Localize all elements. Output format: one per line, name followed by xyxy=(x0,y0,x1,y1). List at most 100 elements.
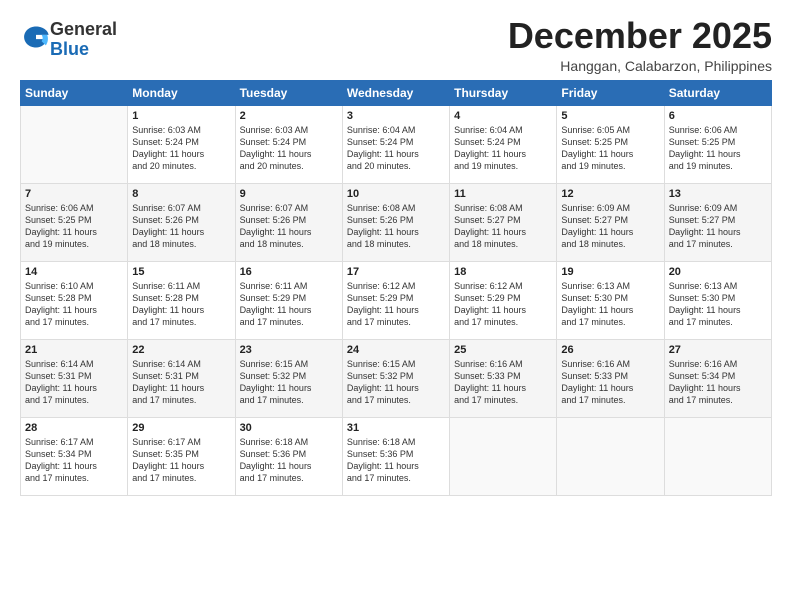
header-row: Sunday Monday Tuesday Wednesday Thursday… xyxy=(21,80,772,105)
logo-icon xyxy=(22,23,50,51)
calendar-cell: 15 Sunrise: 6:11 AM Sunset: 5:28 PM Dayli… xyxy=(128,261,235,339)
day-info: Sunrise: 6:06 AM Sunset: 5:25 PM Dayligh… xyxy=(25,202,123,251)
day-number: 17 xyxy=(347,266,445,278)
calendar-cell: 2 Sunrise: 6:03 AM Sunset: 5:24 PM Daylig… xyxy=(235,105,342,183)
calendar-cell: 7Sunrise: 6:06 AM Sunset: 5:25 PM Daylig… xyxy=(21,183,128,261)
day-number: 27 xyxy=(669,344,767,356)
calendar-cell: 29 Sunrise: 6:17 AM Sunset: 5:35 PM Dayli… xyxy=(128,417,235,495)
calendar-cell xyxy=(21,105,128,183)
day-number: 29 xyxy=(132,422,230,434)
calendar-cell: 16 Sunrise: 6:11 AM Sunset: 5:29 PM Dayli… xyxy=(235,261,342,339)
day-number: 14 xyxy=(25,266,123,278)
day-info: Sunrise: 6:16 AM Sunset: 5:33 PM Dayligh… xyxy=(561,358,659,407)
calendar-cell: 26 Sunrise: 6:16 AM Sunset: 5:33 PM Dayli… xyxy=(557,339,664,417)
day-number: 28 xyxy=(25,422,123,434)
col-saturday: Saturday xyxy=(664,80,771,105)
calendar-cell: 9 Sunrise: 6:07 AM Sunset: 5:26 PM Daylig… xyxy=(235,183,342,261)
day-number: 3 xyxy=(347,110,445,122)
calendar-cell: 10 Sunrise: 6:08 AM Sunset: 5:26 PM Dayli… xyxy=(342,183,449,261)
day-info: Sunrise: 6:12 AM Sunset: 5:29 PM Dayligh… xyxy=(347,280,445,329)
calendar-cell: 22 Sunrise: 6:14 AM Sunset: 5:31 PM Dayli… xyxy=(128,339,235,417)
calendar-cell xyxy=(557,417,664,495)
day-number: 10 xyxy=(347,188,445,200)
day-info: Sunrise: 6:14 AM Sunset: 5:31 PM Dayligh… xyxy=(132,358,230,407)
day-number: 30 xyxy=(240,422,338,434)
day-number: 26 xyxy=(561,344,659,356)
day-number: 9 xyxy=(240,188,338,200)
calendar-cell: 14 Sunrise: 6:10 AM Sunset: 5:28 PM Dayli… xyxy=(21,261,128,339)
logo-blue: Blue xyxy=(50,39,89,59)
day-info: Sunrise: 6:06 AM Sunset: 5:25 PM Dayligh… xyxy=(669,124,767,173)
day-info: Sunrise: 6:03 AM Sunset: 5:24 PM Dayligh… xyxy=(240,124,338,173)
day-info: Sunrise: 6:03 AM Sunset: 5:24 PM Dayligh… xyxy=(132,124,230,173)
day-info: Sunrise: 6:07 AM Sunset: 5:26 PM Dayligh… xyxy=(240,202,338,251)
day-info: Sunrise: 6:04 AM Sunset: 5:24 PM Dayligh… xyxy=(454,124,552,173)
calendar-cell xyxy=(450,417,557,495)
calendar-cell: 18 Sunrise: 6:12 AM Sunset: 5:29 PM Dayli… xyxy=(450,261,557,339)
day-info: Sunrise: 6:08 AM Sunset: 5:26 PM Dayligh… xyxy=(347,202,445,251)
calendar-cell: 20 Sunrise: 6:13 AM Sunset: 5:30 PM Dayli… xyxy=(664,261,771,339)
calendar-cell: 13Sunrise: 6:09 AM Sunset: 5:27 PM Dayli… xyxy=(664,183,771,261)
calendar-cell: 5Sunrise: 6:05 AM Sunset: 5:25 PM Daylig… xyxy=(557,105,664,183)
day-info: Sunrise: 6:13 AM Sunset: 5:30 PM Dayligh… xyxy=(669,280,767,329)
day-number: 2 xyxy=(240,110,338,122)
day-number: 15 xyxy=(132,266,230,278)
day-info: Sunrise: 6:10 AM Sunset: 5:28 PM Dayligh… xyxy=(25,280,123,329)
day-info: Sunrise: 6:14 AM Sunset: 5:31 PM Dayligh… xyxy=(25,358,123,407)
day-number: 20 xyxy=(669,266,767,278)
page-container: General Blue December 2025 Hanggan, Cala… xyxy=(0,0,792,506)
day-info: Sunrise: 6:11 AM Sunset: 5:28 PM Dayligh… xyxy=(132,280,230,329)
day-number: 1 xyxy=(132,110,230,122)
month-title: December 2025 xyxy=(508,16,772,56)
calendar-week-1: 1 Sunrise: 6:03 AM Sunset: 5:24 PM Daylig… xyxy=(21,105,772,183)
day-number: 21 xyxy=(25,344,123,356)
day-info: Sunrise: 6:17 AM Sunset: 5:34 PM Dayligh… xyxy=(25,436,123,485)
day-info: Sunrise: 6:17 AM Sunset: 5:35 PM Dayligh… xyxy=(132,436,230,485)
header: General Blue December 2025 Hanggan, Cala… xyxy=(20,16,772,74)
day-number: 13 xyxy=(669,188,767,200)
calendar-cell xyxy=(664,417,771,495)
calendar-cell: 27 Sunrise: 6:16 AM Sunset: 5:34 PM Dayli… xyxy=(664,339,771,417)
day-info: Sunrise: 6:09 AM Sunset: 5:27 PM Dayligh… xyxy=(561,202,659,251)
logo-general: General xyxy=(50,19,117,39)
day-number: 31 xyxy=(347,422,445,434)
calendar-cell: 17 Sunrise: 6:12 AM Sunset: 5:29 PM Dayli… xyxy=(342,261,449,339)
day-number: 5 xyxy=(561,110,659,122)
calendar-cell: 8 Sunrise: 6:07 AM Sunset: 5:26 PM Daylig… xyxy=(128,183,235,261)
day-info: Sunrise: 6:15 AM Sunset: 5:32 PM Dayligh… xyxy=(240,358,338,407)
day-number: 8 xyxy=(132,188,230,200)
calendar-table: Sunday Monday Tuesday Wednesday Thursday… xyxy=(20,80,772,496)
calendar-week-3: 14 Sunrise: 6:10 AM Sunset: 5:28 PM Dayli… xyxy=(21,261,772,339)
day-info: Sunrise: 6:07 AM Sunset: 5:26 PM Dayligh… xyxy=(132,202,230,251)
calendar-cell: 11 Sunrise: 6:08 AM Sunset: 5:27 PM Dayli… xyxy=(450,183,557,261)
calendar-cell: 31 Sunrise: 6:18 AM Sunset: 5:36 PM Dayli… xyxy=(342,417,449,495)
calendar-week-4: 21 Sunrise: 6:14 AM Sunset: 5:31 PM Dayli… xyxy=(21,339,772,417)
day-info: Sunrise: 6:08 AM Sunset: 5:27 PM Dayligh… xyxy=(454,202,552,251)
day-info: Sunrise: 6:12 AM Sunset: 5:29 PM Dayligh… xyxy=(454,280,552,329)
logo: General Blue xyxy=(20,20,117,60)
day-number: 22 xyxy=(132,344,230,356)
calendar-cell: 6Sunrise: 6:06 AM Sunset: 5:25 PM Daylig… xyxy=(664,105,771,183)
day-info: Sunrise: 6:13 AM Sunset: 5:30 PM Dayligh… xyxy=(561,280,659,329)
day-info: Sunrise: 6:16 AM Sunset: 5:34 PM Dayligh… xyxy=(669,358,767,407)
day-number: 24 xyxy=(347,344,445,356)
calendar-cell: 23Sunrise: 6:15 AM Sunset: 5:32 PM Dayli… xyxy=(235,339,342,417)
day-number: 11 xyxy=(454,188,552,200)
day-number: 18 xyxy=(454,266,552,278)
col-wednesday: Wednesday xyxy=(342,80,449,105)
calendar-week-2: 7Sunrise: 6:06 AM Sunset: 5:25 PM Daylig… xyxy=(21,183,772,261)
col-sunday: Sunday xyxy=(21,80,128,105)
day-number: 16 xyxy=(240,266,338,278)
calendar-cell: 4 Sunrise: 6:04 AM Sunset: 5:24 PM Daylig… xyxy=(450,105,557,183)
day-info: Sunrise: 6:18 AM Sunset: 5:36 PM Dayligh… xyxy=(240,436,338,485)
title-block: December 2025 Hanggan, Calabarzon, Phili… xyxy=(508,16,772,74)
day-number: 4 xyxy=(454,110,552,122)
calendar-cell: 3 Sunrise: 6:04 AM Sunset: 5:24 PM Daylig… xyxy=(342,105,449,183)
day-info: Sunrise: 6:04 AM Sunset: 5:24 PM Dayligh… xyxy=(347,124,445,173)
calendar-cell: 19Sunrise: 6:13 AM Sunset: 5:30 PM Dayli… xyxy=(557,261,664,339)
day-info: Sunrise: 6:11 AM Sunset: 5:29 PM Dayligh… xyxy=(240,280,338,329)
day-info: Sunrise: 6:18 AM Sunset: 5:36 PM Dayligh… xyxy=(347,436,445,485)
calendar-cell: 25Sunrise: 6:16 AM Sunset: 5:33 PM Dayli… xyxy=(450,339,557,417)
calendar-cell: 30 Sunrise: 6:18 AM Sunset: 5:36 PM Dayli… xyxy=(235,417,342,495)
calendar-cell: 24Sunrise: 6:15 AM Sunset: 5:32 PM Dayli… xyxy=(342,339,449,417)
